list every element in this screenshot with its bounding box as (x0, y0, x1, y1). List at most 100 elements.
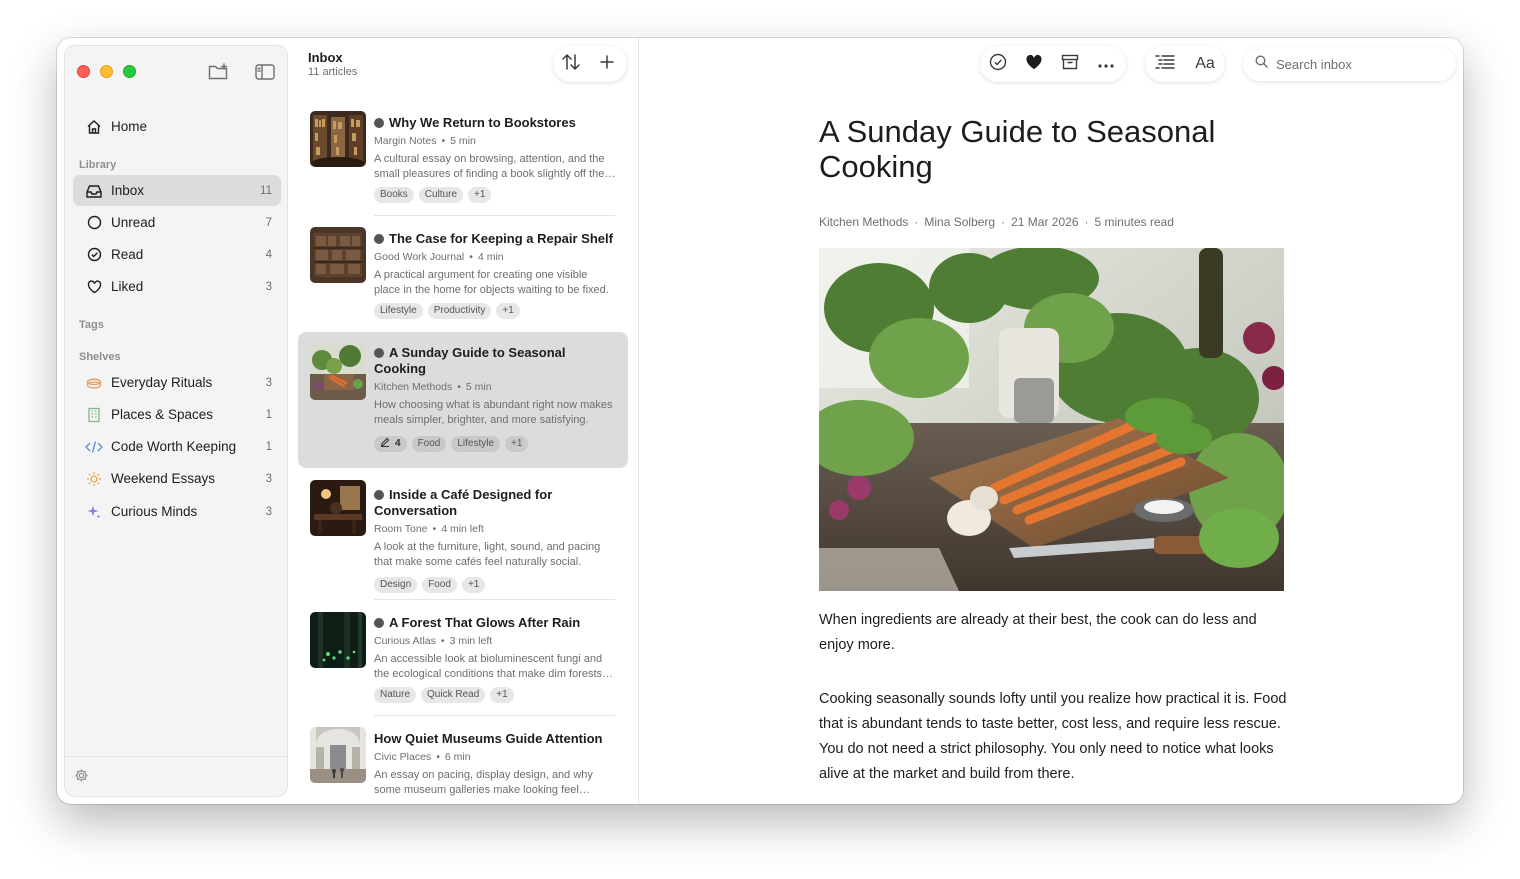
mark-read-button[interactable] (980, 46, 1016, 82)
highlights-badge[interactable]: 4 (374, 436, 407, 452)
text-settings-button[interactable]: Aa (1185, 46, 1225, 82)
minimize-window-button[interactable] (100, 65, 113, 78)
unread-dot (374, 618, 384, 628)
sidebar-item-places-spaces[interactable]: Places & Spaces 1 (73, 399, 281, 430)
close-window-button[interactable] (77, 65, 90, 78)
article-description: A look at the furniture, light, sound, a… (374, 541, 601, 568)
sidebar-item-code-worth-keeping[interactable]: Code Worth Keeping 1 (73, 431, 281, 462)
new-folder-icon[interactable] (208, 62, 230, 82)
item-count: 4 (265, 248, 272, 261)
article-card[interactable]: Inside a Café Designed for Conversation … (298, 470, 628, 598)
item-count: 1 (265, 408, 272, 421)
shelves-section-label[interactable]: Shelves (79, 351, 121, 363)
tag[interactable]: Lifestyle (374, 303, 423, 319)
sidebar-item-label: Read (111, 247, 144, 262)
article-paragraph: Cooking seasonally sounds lofty until yo… (819, 691, 1287, 782)
article-description: An essay on pacing, display design, and … (374, 769, 593, 796)
item-count: 3 (265, 505, 272, 518)
article-author: Mina Solberg (924, 215, 996, 229)
tag[interactable]: Productivity (427, 303, 492, 319)
ellipsis-icon (1098, 55, 1114, 73)
article-list-column: Inbox 11 articles Why We Return to Books… (295, 38, 639, 804)
archive-button[interactable] (1052, 46, 1088, 82)
article-title: A Forest That Glows After Rain (374, 615, 618, 631)
sidebar-item-label: Code Worth Keeping (111, 439, 237, 454)
like-button[interactable] (1016, 46, 1052, 82)
divider (374, 715, 615, 716)
list-subtitle: 11 articles (308, 66, 358, 78)
tag[interactable]: Books (374, 187, 414, 203)
sidebar-item-weekend-essays[interactable]: Weekend Essays 3 (73, 463, 281, 494)
article-card[interactable]: The Case for Keeping a Repair Shelf Good… (298, 218, 628, 328)
article-card-selected[interactable]: A Sunday Guide to Seasonal Cooking Kitch… (298, 332, 628, 468)
article-tags: 4 Food Lifestyle +1 (374, 436, 529, 452)
heart-filled-icon (1025, 54, 1043, 75)
article-thumbnail (310, 111, 366, 167)
check-circle-icon (85, 246, 103, 264)
outline-button[interactable] (1145, 46, 1185, 82)
sort-button[interactable] (553, 46, 589, 82)
article-source[interactable]: Kitchen Methods (819, 215, 908, 229)
tag[interactable]: +1 (468, 187, 492, 203)
sidebar-item-home[interactable]: Home (73, 111, 281, 142)
circle-icon (85, 214, 103, 232)
reader-pane: Aa A Sunday Guide to Seasonal Cooking Ki… (640, 38, 1463, 804)
tags-section-label[interactable]: Tags (79, 319, 104, 331)
article-meta: Kitchen Methods • 5 min (374, 381, 492, 393)
item-count: 11 (260, 184, 272, 197)
search-icon (1255, 55, 1268, 73)
sidebar-item-read[interactable]: Read 4 (73, 239, 281, 270)
sidebar-item-liked[interactable]: Liked 3 (73, 271, 281, 302)
gear-icon[interactable] (74, 768, 89, 788)
article-card[interactable]: How Quiet Museums Guide Attention Civic … (298, 718, 628, 804)
add-article-button[interactable] (589, 46, 625, 82)
sidebar-item-label: Liked (111, 279, 144, 294)
list-actions (553, 46, 627, 82)
unread-dot (374, 118, 384, 128)
tag[interactable]: Culture (418, 187, 464, 203)
sidebar-item-unread[interactable]: Unread 7 (73, 207, 281, 238)
sidebar-item-everyday-rituals[interactable]: Everyday Rituals 3 (73, 367, 281, 398)
sidebar-item-label: Places & Spaces (111, 407, 214, 422)
search-input[interactable] (1276, 56, 1436, 72)
more-button[interactable] (1088, 46, 1124, 82)
article-card[interactable]: Why We Return to Bookstores Margin Notes… (298, 102, 628, 212)
article-actions (980, 46, 1126, 82)
article-tags: Books Culture +1 (374, 187, 492, 203)
zoom-window-button[interactable] (123, 65, 136, 78)
tag[interactable]: Lifestyle (451, 436, 501, 452)
cup-icon (85, 374, 103, 392)
divider (374, 215, 615, 216)
sidebar-item-curious-minds[interactable]: Curious Minds 3 (73, 496, 281, 527)
sidebar-footer (65, 756, 287, 796)
sidebar-item-inbox[interactable]: Inbox 11 (73, 175, 281, 206)
tag[interactable]: Food (422, 577, 457, 593)
tag[interactable]: Quick Read (421, 687, 486, 703)
article-description: A cultural essay on browsing, attention,… (374, 153, 605, 180)
home-icon (85, 118, 103, 136)
tag[interactable]: +1 (496, 303, 520, 319)
tag[interactable]: +1 (490, 687, 514, 703)
sidebar: Home Library Inbox 11 Unread 7 Read 4 Li… (64, 45, 288, 797)
article-thumbnail (310, 480, 366, 536)
tag[interactable]: Design (374, 577, 418, 593)
sparkle-icon (85, 503, 103, 521)
tag[interactable]: Nature (374, 687, 417, 703)
article-hero-image (819, 248, 1284, 591)
item-count: 3 (265, 376, 272, 389)
search-box[interactable] (1243, 47, 1456, 81)
article-tags: Lifestyle Productivity +1 (374, 303, 520, 319)
item-count: 1 (265, 440, 272, 453)
article-paragraph: When ingredients are already at their be… (819, 612, 1257, 653)
plus-icon (599, 54, 615, 75)
article-card[interactable]: A Forest That Glows After Rain Curious A… (298, 602, 628, 712)
tag[interactable]: +1 (461, 577, 486, 593)
pencil-icon (380, 437, 390, 451)
sun-icon (85, 470, 103, 488)
toggle-sidebar-icon[interactable] (254, 62, 276, 82)
article-thumbnail (310, 612, 366, 668)
tag[interactable]: Food (411, 436, 447, 452)
tag[interactable]: +1 (505, 436, 529, 452)
inbox-icon (85, 182, 103, 200)
sort-icon (561, 53, 581, 76)
